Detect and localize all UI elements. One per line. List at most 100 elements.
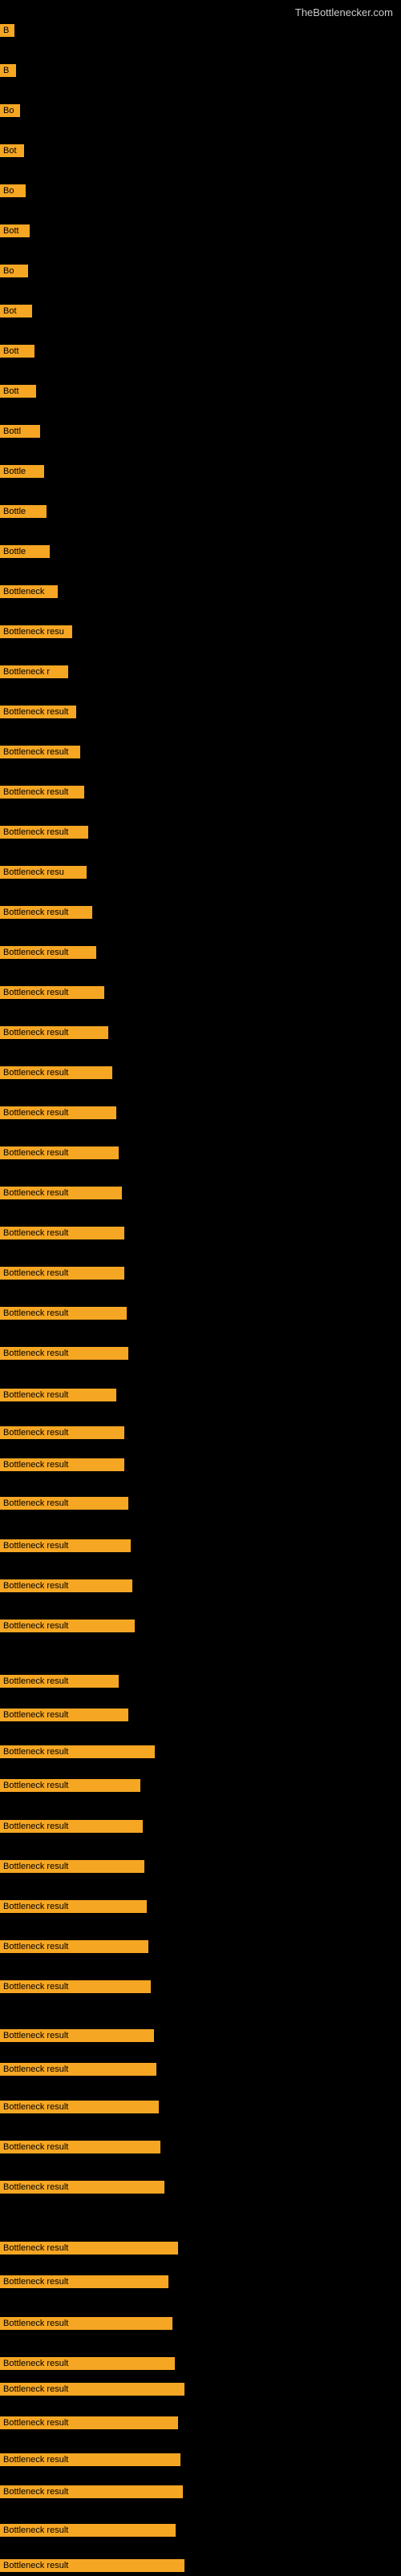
bar-label: Bottleneck result [0,1267,124,1280]
bar-item: Bottleneck result [0,1940,148,1957]
bar-label: Bottleneck result [0,1146,119,1159]
bar-item: Bottleneck result [0,2141,160,2157]
bar-label: Bottleneck result [0,786,84,799]
bar-item: Bottleneck result [0,1458,124,1475]
bar-item: Bottleneck result [0,786,84,803]
bar-label: Bottleneck result [0,1779,140,1792]
bar-item: Bottleneck result [0,2485,183,2502]
bar-item: B [0,64,16,81]
bar-label: Bottleneck result [0,1106,116,1119]
bar-label: Bo [0,184,26,197]
bar-item: Bottleneck result [0,1745,155,1762]
bar-label: Bottleneck result [0,706,76,718]
bar-label: Bottleneck result [0,2181,164,2194]
bar-item: Bottleneck [0,585,58,602]
bar-item: Bottleneck result [0,1779,140,1796]
bar-label: Bottleneck result [0,1026,108,1039]
bar-item: Bottleneck result [0,2416,178,2433]
bar-item: Bottleneck result [0,2453,180,2470]
bar-item: Bo [0,104,20,121]
bar-label: Bottleneck result [0,1900,147,1913]
bar-label: Bottleneck result [0,2317,172,2330]
bar-item: Bottleneck result [0,1026,108,1043]
bar-label: Bottleneck result [0,2416,178,2429]
bar-label: Bo [0,104,20,117]
bar-label: B [0,24,14,37]
bar-item: Bottleneck result [0,2063,156,2080]
bar-label: Bott [0,385,36,398]
bar-label: Bottleneck result [0,1620,135,1632]
bar-label: Bottleneck result [0,986,104,999]
bar-label: Bottleneck result [0,2357,175,2370]
bar-label: Bottleneck result [0,2063,156,2076]
bar-item: Bottleneck result [0,2275,168,2292]
bar-item: Bottleneck result [0,2317,172,2334]
bar-label: Bottleneck result [0,2101,159,2113]
bar-label: Bottleneck result [0,826,88,839]
bar-item: Bo [0,265,28,281]
bar-item: Bo [0,184,26,201]
bar-label: Bottleneck result [0,2524,176,2537]
bar-label: Bot [0,305,32,317]
bar-item: Bottleneck r [0,665,68,682]
bar-item: Bottleneck result [0,1497,128,1514]
bar-item: Bottleneck resu [0,866,87,883]
bar-item: Bottleneck result [0,1900,147,1917]
bar-item: Bottleneck result [0,2357,175,2374]
bar-label: Bottleneck result [0,906,92,919]
bar-label: Bottleneck result [0,1426,124,1439]
bar-item: Bottle [0,465,44,482]
bar-label: Bottleneck result [0,1745,155,1758]
bar-item: Bott [0,345,34,362]
bar-item: Bottleneck result [0,2181,164,2198]
bar-label: Bo [0,265,28,277]
site-title: TheBottlenecker.com [295,6,393,18]
bar-item: Bottleneck result [0,746,80,762]
bar-label: Bottleneck result [0,2485,183,2498]
bar-label: B [0,64,16,77]
bar-label: Bottle [0,465,44,478]
bar-label: Bottleneck result [0,2559,184,2572]
bar-item: Bottleneck result [0,1820,143,1837]
bar-label: Bottle [0,505,47,518]
bar-label: Bottleneck result [0,1347,128,1360]
bar-label: Bottl [0,425,40,438]
bar-item: Bottleneck result [0,986,104,1003]
bar-item: Bottleneck result [0,1539,131,1556]
bar-item: Bottleneck result [0,1860,144,1877]
bar-item: Bottle [0,545,50,562]
bar-item: Bottleneck result [0,2029,154,2046]
bar-label: Bott [0,224,30,237]
bar-item: Bottleneck result [0,1227,124,1244]
bar-label: Bottleneck result [0,1709,128,1721]
bar-label: Bott [0,345,34,358]
bar-item: Bottl [0,425,40,442]
bar-label: Bottleneck result [0,1579,132,1592]
bar-label: Bottleneck result [0,2242,178,2255]
bar-label: Bottle [0,545,50,558]
bar-item: Bottleneck result [0,1066,112,1083]
bar-label: Bottleneck [0,585,58,598]
bar-label: Bot [0,144,24,157]
bar-item: Bott [0,385,36,402]
bar-item: B [0,24,14,41]
bar-label: Bottleneck result [0,1675,119,1688]
bar-label: Bottleneck result [0,2383,184,2396]
bar-label: Bottleneck result [0,2141,160,2153]
bar-label: Bottleneck result [0,1187,122,1199]
bar-label: Bottleneck result [0,746,80,758]
bar-item: Bottleneck result [0,826,88,843]
bar-item: Bottleneck result [0,1146,119,1163]
bar-label: Bottleneck resu [0,625,72,638]
bar-item: Bottleneck result [0,1675,119,1692]
bar-item: Bot [0,144,24,161]
bar-item: Bottleneck result [0,1709,128,1725]
bar-item: Bottleneck result [0,2559,184,2576]
bar-item: Bottleneck result [0,1389,116,1405]
bar-item: Bottleneck result [0,2383,184,2400]
bar-item: Bottleneck result [0,906,92,923]
bar-item: Bottleneck result [0,1620,135,1636]
bar-item: Bottleneck result [0,1267,124,1284]
bar-label: Bottleneck r [0,665,68,678]
bar-item: Bottleneck result [0,1187,122,1203]
